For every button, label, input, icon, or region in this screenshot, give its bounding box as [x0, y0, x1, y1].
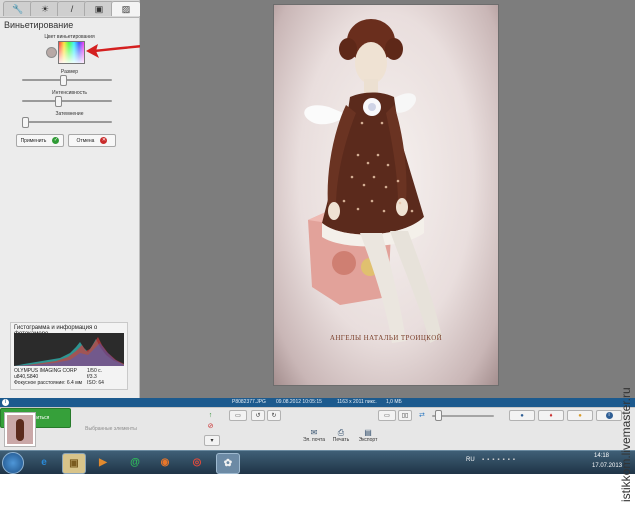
- person-icon: ●: [520, 412, 524, 419]
- clock-time: 14:18: [594, 453, 610, 459]
- chrome-icon[interactable]: ◎: [186, 453, 208, 472]
- compare-view-button[interactable]: ▯▯: [398, 410, 412, 421]
- watermark: istikkom.livemaster.ru: [619, 352, 633, 502]
- zoom-frame-button[interactable]: ▭: [229, 410, 247, 421]
- print-label: Печать: [332, 437, 350, 443]
- remove-icon[interactable]: ⊘: [206, 422, 215, 431]
- internet-explorer-icon[interactable]: e: [33, 453, 55, 472]
- selected-thumbnail[interactable]: [4, 412, 36, 447]
- tab-effects[interactable]: ▣: [84, 1, 114, 16]
- color-picker-button[interactable]: [58, 41, 85, 64]
- apply-button-label: Применить: [20, 137, 47, 144]
- check-icon: ✓: [52, 137, 60, 144]
- people-button[interactable]: ●: [509, 410, 535, 421]
- icq-icon[interactable]: @: [124, 453, 146, 472]
- print-icon: ⎙: [337, 428, 345, 437]
- file-date: 09.08.2012 10:05:15: [276, 399, 322, 405]
- rotate-right-button[interactable]: ↻: [267, 410, 281, 421]
- tag-icon: ●: [578, 412, 582, 419]
- email-label: Эл. почта: [302, 437, 326, 443]
- info-icon[interactable]: i: [2, 399, 9, 406]
- frame-icon: ▭: [235, 413, 241, 419]
- cancel-icon: ✕: [100, 137, 108, 144]
- language-indicator[interactable]: RU: [466, 457, 475, 463]
- tab-more-effects[interactable]: ▨: [111, 1, 141, 16]
- panel-title: Виньетирование: [4, 20, 74, 30]
- tray-menu-icon: ▾: [210, 438, 214, 444]
- intensity-slider-thumb[interactable]: [55, 96, 62, 107]
- intensity-slider-track[interactable]: [22, 100, 112, 102]
- file-size: 1,0 МБ: [386, 399, 402, 405]
- pin-icon[interactable]: ↑: [206, 412, 215, 421]
- add-to-tray-button[interactable]: ▾: [204, 435, 220, 446]
- photo-preview[interactable]: АНГЕЛЫ НАТАЛЬИ ТРОИЦКОЙ: [274, 5, 498, 385]
- print-action[interactable]: ⎙ Печать: [328, 428, 354, 443]
- cancel-button[interactable]: Отмена ✕: [68, 134, 116, 147]
- email-action[interactable]: ✉ Эл. почта: [301, 428, 327, 443]
- cancel-button-label: Отмена: [76, 137, 95, 144]
- map-pin-icon: ♦: [549, 412, 553, 419]
- histogram-graph: [14, 333, 124, 366]
- thumbnail-doll: [16, 419, 24, 441]
- file-info-bar: i P8082377.JPG 09.08.2012 10:05:15 1163 …: [0, 398, 635, 407]
- darkening-slider-thumb[interactable]: [21, 117, 29, 128]
- tab-brush[interactable]: /: [57, 1, 87, 16]
- start-button[interactable]: [2, 452, 24, 474]
- color-preview-swatch[interactable]: [46, 47, 57, 58]
- clock-date: 17.07.2013: [592, 463, 623, 469]
- info-circle-icon: i: [605, 412, 613, 419]
- windows-taskbar: e ▣ ▶ @ ◉ ◎ ✿ RU ▪▪▪▪▪▪▪ 14:18 17.07.201…: [0, 450, 635, 474]
- tab-basic-fixes[interactable]: 🔧: [3, 1, 33, 16]
- email-icon: ✉: [310, 428, 318, 437]
- rotate-right-icon: ↻: [271, 413, 277, 419]
- photo-caption: АНГЕЛЫ НАТАЛЬИ ТРОИЦКОЙ: [329, 334, 443, 342]
- file-explorer-icon[interactable]: ▣: [62, 453, 86, 474]
- sun-icon: ☀: [40, 3, 50, 14]
- thumbnail-image: [7, 415, 33, 444]
- compare-icon: ▯▯: [401, 413, 409, 419]
- tags-button[interactable]: ●: [567, 410, 593, 421]
- file-name: P8082377.JPG: [232, 399, 266, 405]
- file-dimensions: 1163 x 2011 пикс.: [337, 399, 377, 405]
- doll-photo-drawing: [304, 19, 442, 343]
- export-action[interactable]: ▤ Экспорт: [355, 428, 381, 443]
- tray-icons[interactable]: ▪▪▪▪▪▪▪: [482, 457, 518, 463]
- iso: ISO: 64: [87, 380, 104, 386]
- zoom-icon: ⇄: [419, 412, 425, 419]
- darkening-slider-track[interactable]: [22, 121, 112, 123]
- picture-icon: ▣: [94, 3, 104, 14]
- size-slider-thumb[interactable]: [59, 75, 67, 86]
- zoom-slider-thumb[interactable]: [435, 410, 442, 421]
- single-view-icon: ▭: [384, 413, 390, 419]
- edit-tabs: 🔧 ☀ / ▣ ▨: [0, 0, 141, 18]
- places-button[interactable]: ♦: [538, 410, 564, 421]
- histogram-panel: Гистограмма и информация о фотокамере OL…: [10, 322, 128, 390]
- intensity-slider-label: Интенсивность: [51, 90, 88, 96]
- apply-button[interactable]: Применить ✓: [16, 134, 64, 147]
- effects-icon: ▨: [121, 3, 131, 14]
- watermark-text: istikkom.livemaster.ru: [619, 387, 633, 502]
- photo-gallery-icon[interactable]: ✿: [216, 453, 240, 474]
- rotate-left-button[interactable]: ↺: [251, 410, 265, 421]
- focal-length: Фокусное расстояние: 6.4 мм: [14, 380, 83, 386]
- folder-icon: ▤: [364, 428, 372, 437]
- size-slider-label: Размер: [60, 69, 79, 75]
- media-player-icon[interactable]: ▶: [92, 453, 114, 472]
- single-view-button[interactable]: ▭: [378, 410, 396, 421]
- bottom-tray: Выбранные элементы ↑ ⊘ ▾ ▭ ↺ ↻ Поделитьс…: [0, 407, 635, 451]
- firefox-icon[interactable]: ◉: [154, 453, 176, 472]
- size-slider-track[interactable]: [22, 79, 112, 81]
- rotate-left-icon: ↺: [255, 413, 261, 419]
- brush-icon: /: [70, 4, 74, 14]
- selected-items-label: Выбранные элементы: [85, 426, 137, 432]
- export-label: Экспорт: [358, 437, 378, 443]
- tab-tuning[interactable]: ☀: [30, 1, 60, 16]
- wrench-icon: 🔧: [12, 3, 24, 14]
- darkening-slider-label: Затемнение: [55, 111, 84, 117]
